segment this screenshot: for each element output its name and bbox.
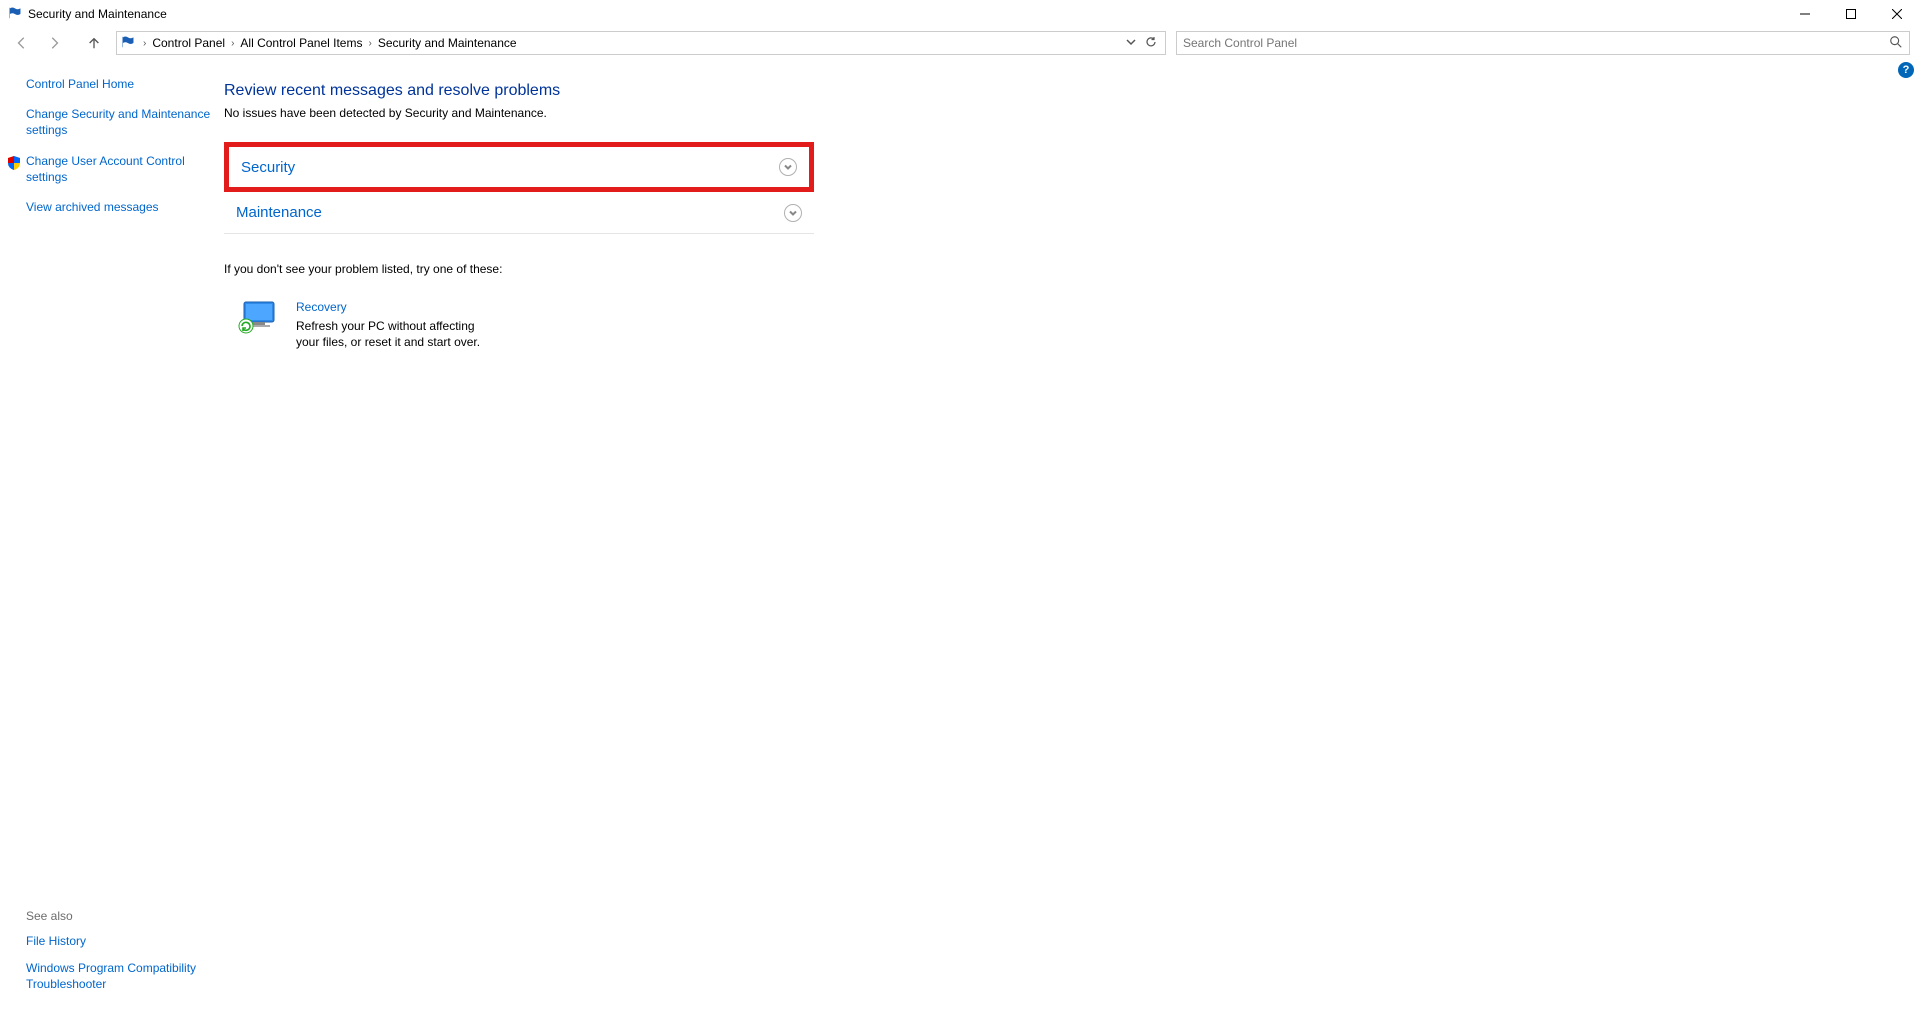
footer-prompt: If you don't see your problem listed, tr… — [224, 262, 1920, 276]
flag-icon — [121, 35, 137, 52]
search-input[interactable] — [1183, 36, 1889, 50]
nav-row: › Control Panel › All Control Panel Item… — [0, 28, 1920, 58]
window-title: Security and Maintenance — [28, 7, 167, 21]
chevron-right-icon[interactable]: › — [231, 38, 234, 49]
refresh-icon[interactable] — [1145, 36, 1157, 51]
main-panel: Review recent messages and resolve probl… — [218, 60, 1920, 1022]
maximize-button[interactable] — [1828, 0, 1874, 28]
see-also-title: See also — [26, 909, 206, 923]
recovery-icon — [238, 300, 278, 339]
window-controls — [1782, 0, 1920, 28]
see-also-file-history[interactable]: File History — [26, 933, 206, 949]
section-maintenance[interactable]: Maintenance — [224, 192, 814, 234]
expand-security-button[interactable] — [779, 158, 797, 176]
back-button[interactable] — [8, 31, 36, 55]
sidebar-link-home[interactable]: Control Panel Home — [26, 76, 212, 92]
close-button[interactable] — [1874, 0, 1920, 28]
sidebar-link-archived[interactable]: View archived messages — [26, 199, 212, 215]
chevron-right-icon[interactable]: › — [143, 38, 146, 49]
page-subtext: No issues have been detected by Security… — [224, 106, 1920, 120]
recovery-desc: Refresh your PC without affecting your f… — [296, 318, 486, 350]
flag-icon — [8, 6, 22, 23]
search-icon[interactable] — [1889, 35, 1903, 52]
breadcrumb-item[interactable]: Control Panel — [152, 36, 225, 50]
forward-button[interactable] — [40, 31, 68, 55]
sidebar-link-uac-label: Change User Account Control settings — [26, 154, 185, 184]
minimize-button[interactable] — [1782, 0, 1828, 28]
address-bar[interactable]: › Control Panel › All Control Panel Item… — [116, 31, 1166, 55]
section-maintenance-title: Maintenance — [236, 204, 322, 221]
titlebar: Security and Maintenance — [0, 0, 1920, 28]
up-button[interactable] — [80, 31, 108, 55]
sidebar-link-change-settings[interactable]: Change Security and Maintenance settings — [26, 106, 212, 138]
page-heading: Review recent messages and resolve probl… — [224, 82, 1920, 100]
see-also: See also File History Windows Program Co… — [26, 909, 206, 1002]
titlebar-left: Security and Maintenance — [8, 6, 167, 23]
section-security[interactable]: Security — [224, 142, 814, 192]
recovery-link[interactable]: Recovery — [296, 300, 486, 314]
content: Control Panel Home Change Security and M… — [0, 60, 1920, 1022]
section-security-title: Security — [241, 159, 295, 176]
dropdown-icon[interactable] — [1125, 36, 1137, 51]
sidebar: Control Panel Home Change Security and M… — [0, 60, 218, 1022]
breadcrumb-item[interactable]: Security and Maintenance — [378, 36, 517, 50]
see-also-compat[interactable]: Windows Program Compatibility Troublesho… — [26, 960, 206, 992]
expand-maintenance-button[interactable] — [784, 204, 802, 222]
recovery-block: Recovery Refresh your PC without affecti… — [238, 300, 638, 350]
shield-icon — [6, 155, 22, 175]
chevron-right-icon[interactable]: › — [368, 38, 371, 49]
sidebar-link-uac[interactable]: Change User Account Control settings — [26, 153, 212, 185]
recovery-text: Recovery Refresh your PC without affecti… — [296, 300, 486, 350]
search-box[interactable] — [1176, 31, 1910, 55]
breadcrumb-item[interactable]: All Control Panel Items — [240, 36, 362, 50]
